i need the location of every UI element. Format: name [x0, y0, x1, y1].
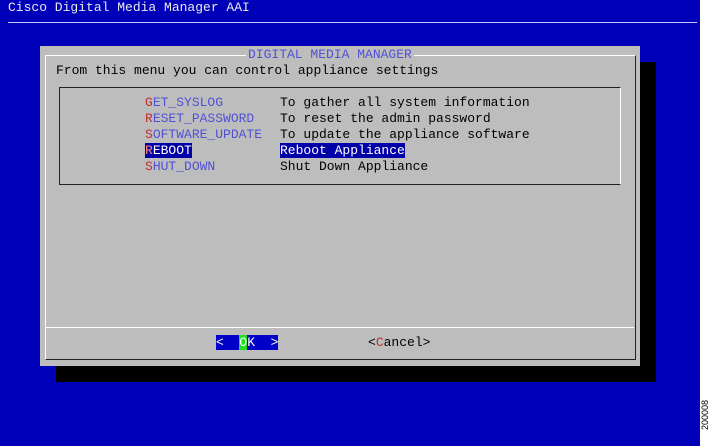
menu-item-name: OFTWARE_UPDATE [152, 127, 263, 142]
ok-pre: < [216, 335, 240, 350]
menu-item-description[interactable]: To gather all system information [280, 95, 530, 110]
menu-item-tag[interactable]: RESET_PASSWORD [145, 111, 254, 126]
menu-item-name: HUT_DOWN [152, 159, 216, 174]
menu-item-hotkey: S [145, 159, 153, 174]
cancel-rest: ancel> [383, 335, 431, 350]
menu-item-tag[interactable]: SHUT_DOWN [145, 159, 215, 174]
dialog-prompt: From this menu you can control appliance… [56, 63, 439, 78]
menu-item-hotkey: S [145, 127, 153, 142]
cancel-button[interactable]: <Cancel> [368, 335, 430, 350]
menu-item-description[interactable]: Reboot Appliance [280, 143, 405, 158]
menu-item-hotkey: R [145, 111, 153, 126]
menu-item-description[interactable]: To update the appliance software [280, 127, 530, 142]
dialog-title: DIGITAL MEDIA MANAGER [246, 47, 414, 62]
menu-item-tag[interactable]: SOFTWARE_UPDATE [145, 127, 262, 142]
window-title: Cisco Digital Media Manager AAI [8, 0, 250, 15]
figure-margin [700, 0, 715, 446]
ok-rest: K > [247, 335, 279, 350]
menu-item-name: ET_SYSLOG [152, 95, 224, 110]
menu-item-hotkey: R [145, 143, 153, 158]
figure-id: 200008 [700, 399, 710, 430]
menu-item-name: EBOOT [152, 143, 192, 158]
title-divider [8, 22, 697, 23]
ok-button[interactable]: < OK > [216, 335, 279, 350]
button-separator [45, 327, 634, 328]
menu-item-description[interactable]: To reset the admin password [280, 111, 491, 126]
menu-item-name: ESET_PASSWORD [152, 111, 255, 126]
menu-item-tag[interactable]: GET_SYSLOG [145, 95, 223, 110]
menu-item-hotkey: G [145, 95, 153, 110]
menu-item-tag[interactable]: REBOOT [145, 143, 192, 158]
cancel-hotkey: C [375, 335, 384, 350]
menu-item-description[interactable]: Shut Down Appliance [280, 159, 428, 174]
cancel-pre: < [368, 335, 376, 350]
